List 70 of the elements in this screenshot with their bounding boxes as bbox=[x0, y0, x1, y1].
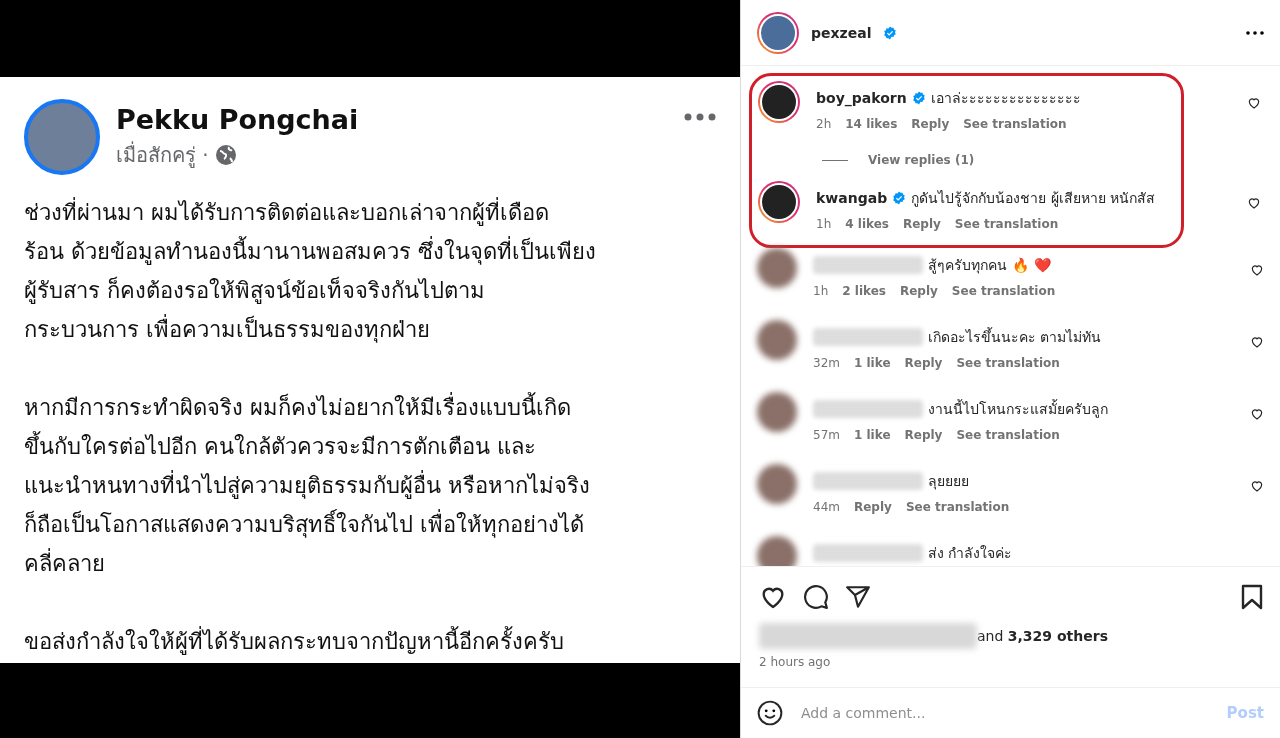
comment-time: 2h bbox=[816, 117, 832, 131]
post-time: เมื่อสักครู่ · bbox=[116, 140, 209, 170]
globe-icon bbox=[214, 143, 237, 166]
comment-time: 1h bbox=[813, 284, 829, 298]
comment-text: กูดันไปรู้จักกับน้องชาย ผู้เสียหาย หนักสัส bbox=[911, 189, 1156, 209]
comment-username[interactable]: boy_pakorn bbox=[816, 90, 907, 106]
post-text-line: ช่วงที่ผ่านมา ผมได้รับการติดต่อและบอกเล่าจากผู้ที่เดือด bbox=[24, 193, 549, 232]
likes-count[interactable]: 1 like bbox=[853, 428, 891, 442]
post-text-line: ก็ถือเป็นโอกาสแสดงความบริสุทธิ์ใจกันไป เพื่อให้ทุกอย่างได้ bbox=[24, 505, 584, 544]
reply-link[interactable]: Reply bbox=[902, 217, 941, 231]
like-comment-icon[interactable] bbox=[1247, 196, 1261, 210]
post-author: Pekku Pongchai bbox=[116, 103, 360, 135]
emoji: 🔥 bbox=[1012, 257, 1029, 273]
comment-time: 32m bbox=[813, 356, 840, 370]
emoji: ❤ bbox=[1034, 257, 1051, 273]
comment-text: สู้ๆครับทุกคน bbox=[928, 256, 1007, 276]
likes-count[interactable]: 4 likes bbox=[845, 217, 889, 231]
comment-icon[interactable] bbox=[803, 584, 829, 610]
blurred-avatar[interactable] bbox=[757, 464, 797, 504]
post-text-line: ขอส่งกำลังใจให้ผู้ที่ได้รับผลกระทบจากปัญหานี้อีกครั้งครับ bbox=[24, 622, 564, 661]
like-comment-icon[interactable] bbox=[1250, 335, 1264, 349]
blurred-avatar[interactable] bbox=[757, 536, 797, 566]
see-translation-link[interactable]: See translation bbox=[956, 356, 1060, 370]
post-username[interactable]: pexzeal bbox=[811, 24, 872, 41]
comment-time: 1h bbox=[816, 217, 832, 231]
more-options-icon[interactable] bbox=[1246, 30, 1264, 35]
see-translation-link[interactable]: See translation bbox=[963, 117, 1067, 131]
see-translation-link[interactable]: See translation bbox=[905, 500, 1010, 514]
post-text-line: กระบวนการ เพื่อความเป็นธรรมของทุกฝ่าย bbox=[24, 310, 430, 349]
comment-time: 57m bbox=[813, 428, 840, 442]
comment-username[interactable]: kwangab bbox=[816, 190, 888, 206]
share-icon[interactable] bbox=[845, 584, 871, 610]
view-replies-link[interactable]: View replies (1) bbox=[868, 153, 975, 167]
comment-text: ส่ง กำลังใจค่ะ bbox=[928, 544, 1013, 563]
reply-link[interactable]: Reply bbox=[899, 284, 938, 298]
avatar[interactable] bbox=[758, 81, 800, 123]
reply-link[interactable]: Reply bbox=[904, 356, 943, 370]
likes-count[interactable]: 1 like bbox=[853, 356, 891, 370]
post-text-line: แนะนำหนทางที่นำไปสู่ความยุติธรรมกับผู้อื่น หรือหากไม่จริง bbox=[24, 466, 590, 505]
like-comment-icon[interactable] bbox=[1247, 96, 1261, 110]
like-comment-icon[interactable] bbox=[1250, 263, 1264, 277]
comment-text: ลุยยยย bbox=[928, 472, 969, 492]
emoji-icon[interactable] bbox=[757, 700, 783, 726]
more-options-icon bbox=[684, 113, 716, 121]
reply-link[interactable]: Reply bbox=[853, 500, 892, 514]
post-age: 2 hours ago bbox=[758, 654, 832, 671]
post-text-line: ผู้รับสาร ก็คงต้องรอให้พิสูจน์ข้อเท็จจริงกันไปตาม bbox=[24, 275, 485, 306]
post-text-line: ร้อน ด้วยข้อมูลทำนองนี้มานานพอสมควร ซึ่งในจุดที่เป็นเพียง bbox=[24, 232, 596, 271]
blurred-avatar[interactable] bbox=[757, 392, 797, 432]
see-translation-link[interactable]: See translation bbox=[954, 217, 1059, 231]
comment-text: งานนี้ไปโหนกระแสมั้ยครับลูก bbox=[928, 398, 1108, 420]
avatar[interactable] bbox=[758, 181, 800, 223]
post-text-line: คลี่คลาย bbox=[24, 544, 105, 583]
reply-link[interactable]: Reply bbox=[904, 428, 943, 442]
like-comment-icon[interactable] bbox=[1250, 407, 1264, 421]
reply-link[interactable]: Reply bbox=[911, 117, 950, 131]
post-text-line: ขึ้นกับใครต่อไปอีก คนใกล้ตัวควรจะมีการตักเตือน และ bbox=[24, 427, 536, 466]
post-text-line: หากมีการกระทำผิดจริง ผมก็คงไม่อยากให้มีเรื่องแบบนี้เกิด bbox=[24, 388, 571, 427]
bookmark-icon[interactable] bbox=[1240, 584, 1264, 610]
comment-text: เกิดอะไรขึ้นนะคะ ตามไม่ทัน bbox=[928, 326, 1102, 347]
comment-text: เอาล่ะะะะะะะะะะะะะะะ bbox=[930, 89, 1081, 108]
blurred-avatar[interactable] bbox=[757, 248, 797, 288]
like-comment-icon[interactable] bbox=[1250, 479, 1264, 493]
see-translation-link[interactable]: See translation bbox=[956, 428, 1060, 442]
comment-time: 44m bbox=[813, 500, 840, 514]
see-translation-link[interactable]: See translation bbox=[951, 284, 1056, 298]
likes-count[interactable]: 2 likes bbox=[842, 284, 886, 298]
likes-count[interactable]: 14 likes bbox=[845, 117, 898, 131]
blurred-avatar[interactable] bbox=[757, 320, 797, 360]
likes-summary[interactable]: and 3,329 others bbox=[977, 628, 1108, 644]
